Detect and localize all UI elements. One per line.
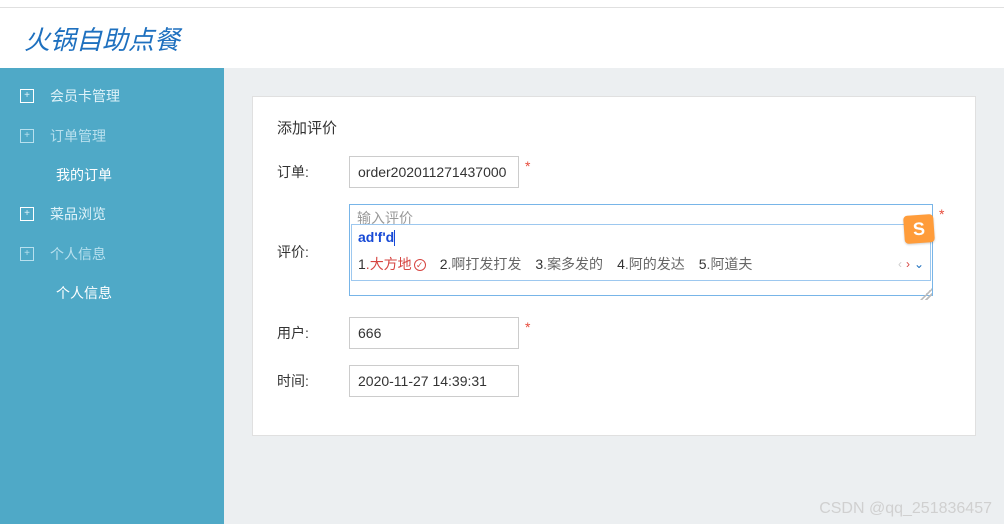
ime-candidate-4[interactable]: 4.阿的发达	[617, 254, 685, 274]
sidebar-item-label: 会员卡管理	[50, 86, 120, 106]
sidebar: + 会员卡管理 + 订单管理 我的订单 + 菜品浏览 + 个人信息 个人信息	[0, 68, 224, 524]
add-review-panel: 添加评价 订单: * 评价: 输入评价 S ad'f'd	[252, 96, 976, 436]
sidebar-item-orders[interactable]: + 订单管理	[0, 116, 224, 156]
sidebar-item-label: 菜品浏览	[50, 204, 106, 224]
panel-title: 添加评价	[277, 117, 951, 138]
time-input[interactable]	[349, 365, 519, 397]
required-mark: *	[525, 156, 530, 174]
ime-prev-icon[interactable]: ‹	[898, 257, 902, 271]
sidebar-item-dishes[interactable]: + 菜品浏览	[0, 194, 224, 234]
plus-box-icon: +	[20, 129, 34, 143]
ime-next-icon[interactable]: ›	[906, 257, 910, 271]
app-header: 火锅自助点餐	[0, 8, 1004, 68]
ime-candidate-1[interactable]: 1.大方地✓	[358, 254, 426, 274]
time-label: 时间:	[277, 365, 349, 391]
sidebar-item-profile-group[interactable]: + 个人信息	[0, 234, 224, 274]
sidebar-item-label: 我的订单	[56, 165, 112, 185]
cloud-badge-icon: ✓	[414, 259, 426, 271]
ime-composition: ad'f'd	[352, 225, 930, 250]
review-label: 评价:	[277, 204, 349, 262]
plus-box-icon: +	[20, 89, 34, 103]
sidebar-item-label: 订单管理	[50, 126, 106, 146]
required-mark: *	[525, 317, 530, 335]
ime-candidate-2[interactable]: 2.啊打发打发	[440, 254, 522, 274]
form-row-user: 用户: *	[277, 317, 951, 349]
plus-box-icon: +	[20, 247, 34, 261]
required-mark: *	[939, 204, 944, 222]
sidebar-item-my-orders[interactable]: 我的订单	[0, 156, 224, 194]
form-row-review: 评价: 输入评价 S ad'f'd 1.大方地✓ 2.啊打发打发 3.案多发的	[277, 204, 951, 301]
ime-nav: ‹ › ⌄	[898, 257, 924, 271]
plus-box-icon: +	[20, 207, 34, 221]
ime-candidate-3[interactable]: 3.案多发的	[535, 254, 603, 274]
order-input[interactable]	[349, 156, 519, 188]
ime-cursor-icon	[394, 230, 395, 246]
watermark: CSDN @qq_251836457	[819, 500, 992, 518]
sidebar-item-profile[interactable]: 个人信息	[0, 274, 224, 312]
ime-candidate-panel: S ad'f'd 1.大方地✓ 2.啊打发打发 3.案多发的 4.阿的发达 5.…	[351, 224, 931, 281]
resize-handle-icon[interactable]	[920, 288, 932, 300]
ime-expand-icon[interactable]: ⌄	[914, 257, 924, 271]
app-title: 火锅自助点餐	[24, 20, 180, 57]
ime-composition-text: ad'f'd	[358, 229, 394, 245]
ime-candidate-5[interactable]: 5.阿道夫	[699, 254, 753, 274]
sidebar-item-label: 个人信息	[50, 244, 106, 264]
browser-bookmarks-bar	[0, 0, 1004, 8]
sidebar-item-membership[interactable]: + 会员卡管理	[0, 76, 224, 116]
user-input[interactable]	[349, 317, 519, 349]
ime-candidate-list: 1.大方地✓ 2.啊打发打发 3.案多发的 4.阿的发达 5.阿道夫 ‹ › ⌄	[352, 250, 930, 280]
form-row-order: 订单: *	[277, 156, 951, 188]
form-row-time: 时间:	[277, 365, 951, 397]
user-label: 用户:	[277, 317, 349, 343]
sidebar-item-label: 个人信息	[56, 283, 112, 303]
main-content: 添加评价 订单: * 评价: 输入评价 S ad'f'd	[224, 68, 1004, 524]
order-label: 订单:	[277, 156, 349, 182]
